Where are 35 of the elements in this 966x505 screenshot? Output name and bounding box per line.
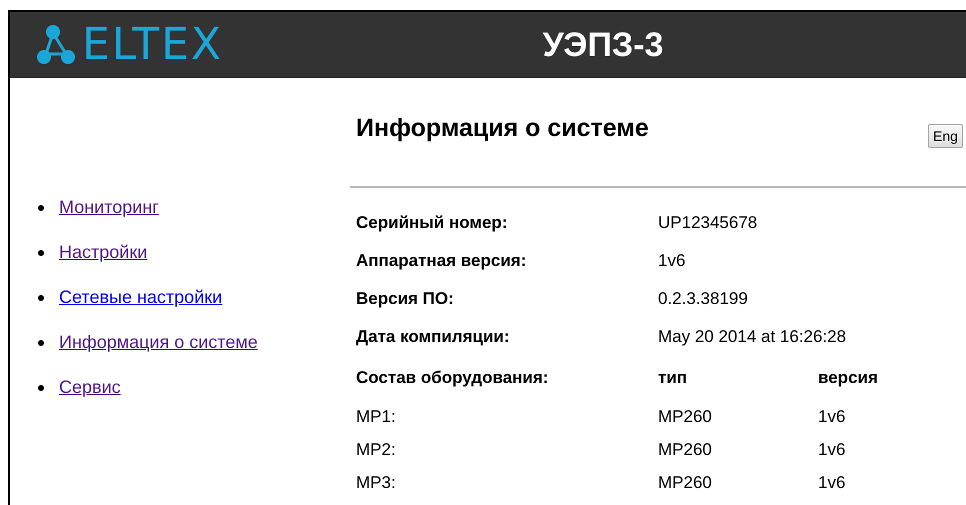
logo-text: ELTEX (82, 23, 224, 67)
info-value: May 20 2014 at 16:26:28 (658, 326, 846, 348)
module-type: MP260 (658, 472, 713, 494)
equipment-label: Состав оборудования: (356, 367, 550, 390)
bullet-icon (38, 250, 44, 256)
column-header: тип (658, 367, 688, 390)
module-type: MP260 (658, 406, 713, 428)
info-value: 1v6 (658, 250, 686, 272)
module-type: MP260 (658, 438, 713, 461)
info-label: Дата компиляции: (356, 326, 511, 348)
module-version: 1v6 (818, 472, 846, 494)
nav-link[interactable]: Мониторинг (59, 194, 159, 221)
page-title: Информация о системе (356, 113, 650, 144)
nav-link[interactable]: Настройки (59, 239, 148, 266)
info-value: UP12345678 (658, 212, 758, 234)
device-title: УЭПЗ-3 (542, 24, 664, 66)
module-version: 1v6 (818, 406, 846, 428)
bullet-icon (38, 204, 44, 210)
info-label: Серийный номер: (356, 212, 508, 234)
logo-icon (36, 24, 76, 66)
column-header: версия (818, 367, 879, 390)
module-name: MP3: (356, 472, 397, 494)
bullet-icon (38, 384, 44, 390)
bullet-icon (38, 294, 44, 300)
bullet-icon (38, 340, 44, 346)
module-name: MP2: (356, 438, 397, 461)
info-value: 0.2.3.38199 (658, 288, 748, 310)
nav-link[interactable]: Сетевые настройки (59, 284, 222, 311)
module-version: 1v6 (818, 438, 846, 461)
language-button[interactable]: Eng (928, 124, 963, 148)
nav-link[interactable]: Сервис (59, 374, 121, 401)
nav-link[interactable]: Информация о системе (59, 329, 258, 356)
module-name: MP1: (356, 406, 397, 428)
info-label: Аппаратная версия: (356, 250, 528, 272)
info-label: Версия ПО: (356, 288, 455, 310)
